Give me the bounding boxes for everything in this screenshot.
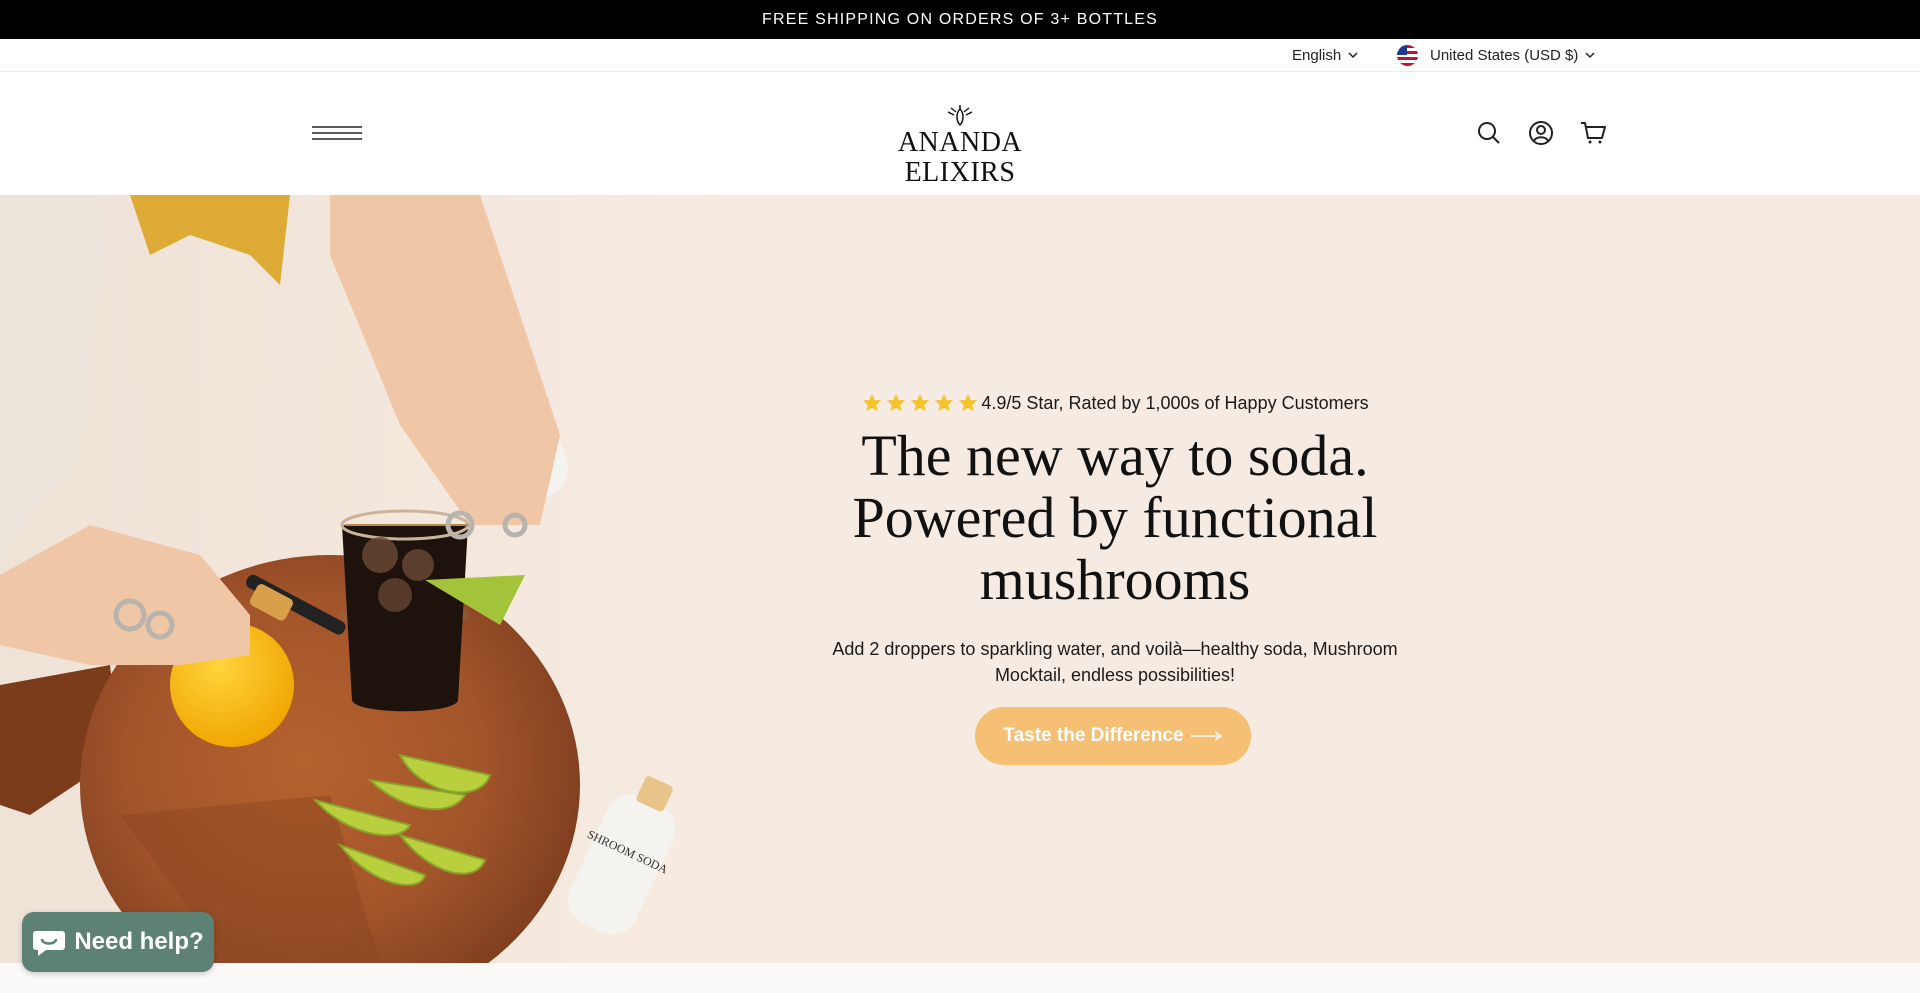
headline-line-3: mushrooms [979, 547, 1251, 612]
us-flag-icon [1397, 45, 1418, 66]
chat-help-label: Need help? [74, 928, 204, 955]
hero-content: 4.9/5 Star, Rated by 1,000s of Happy Cus… [780, 195, 1450, 963]
star-icon [863, 393, 882, 412]
announcement-bar: FREE SHIPPING ON ORDERS OF 3+ BOTTLES [0, 0, 1920, 39]
star-icon [959, 393, 978, 412]
taste-the-difference-button[interactable]: Taste the Difference [975, 707, 1251, 765]
hero-headline: The new way to soda. Powered by function… [780, 425, 1450, 611]
menu-icon[interactable] [312, 123, 362, 143]
country-selector[interactable]: United States (USD $) [1397, 39, 1595, 72]
cta-label: Taste the Difference [1003, 725, 1184, 746]
headline-line-2: Powered by functional [852, 485, 1378, 550]
star-rating [861, 392, 979, 414]
account-icon[interactable] [1528, 120, 1554, 146]
arrow-right-icon [1190, 731, 1222, 741]
utility-bar: English United States (USD $) [0, 39, 1920, 72]
star-icon [887, 393, 906, 412]
below-fold-strip [0, 963, 1920, 993]
country-label: United States (USD $) [1430, 47, 1579, 64]
hero-photo: SHROOM SODA SHROOM SODA [0, 195, 760, 963]
chevron-down-icon [1348, 52, 1358, 59]
star-icon [911, 393, 930, 412]
star-icon [935, 393, 954, 412]
chat-help-button[interactable]: Need help? [22, 912, 214, 972]
search-icon[interactable] [1476, 120, 1502, 146]
logo-mark-icon [947, 105, 973, 127]
rating-row: 4.9/5 Star, Rated by 1,000s of Happy Cus… [780, 392, 1450, 414]
rating-text: 4.9/5 Star, Rated by 1,000s of Happy Cus… [981, 392, 1369, 413]
cart-icon[interactable] [1580, 120, 1606, 146]
hero-subcopy: Add 2 droppers to sparkling water, and v… [832, 639, 1398, 685]
language-selector[interactable]: English [1292, 39, 1358, 72]
logo-text: ANANDA ELIXIRS [897, 127, 1023, 188]
chat-bubble-icon [33, 931, 66, 956]
chevron-down-icon [1585, 52, 1595, 59]
language-label: English [1292, 47, 1342, 64]
announcement-text: FREE SHIPPING ON ORDERS OF 3+ BOTTLES [761, 10, 1159, 28]
site-logo[interactable]: ANANDA ELIXIRS [850, 105, 1070, 188]
headline-line-1: The new way to soda. [861, 423, 1369, 488]
hero-section: SHROOM SODA SHROOM SODA 4.9/5 [0, 195, 1920, 963]
site-header: ANANDA ELIXIRS [0, 72, 1920, 195]
